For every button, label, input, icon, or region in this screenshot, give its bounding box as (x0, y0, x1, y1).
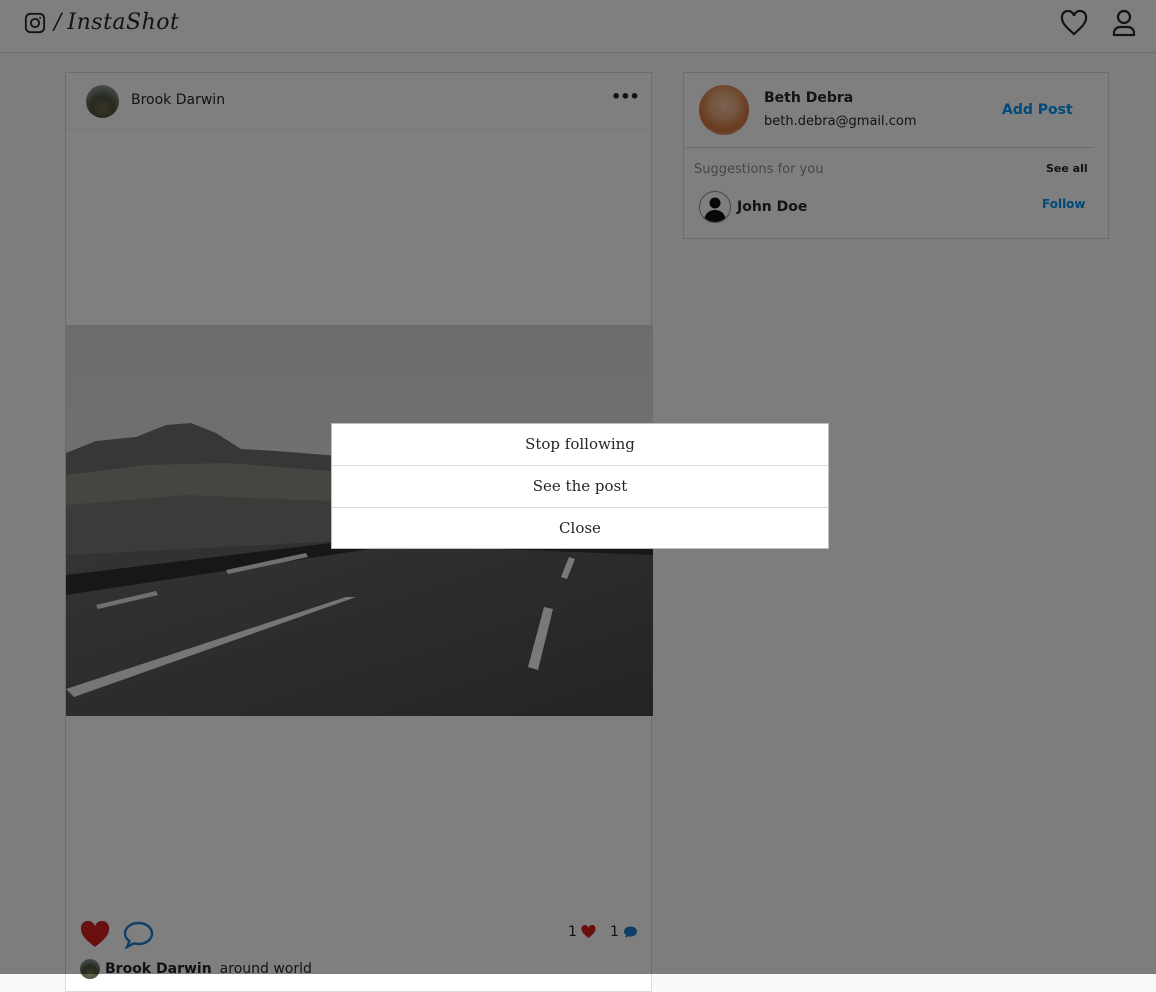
see-post-button[interactable]: See the post (332, 466, 828, 508)
close-button[interactable]: Close (332, 508, 828, 550)
stop-following-button[interactable]: Stop following (332, 424, 828, 466)
post-options-modal: Stop following See the post Close (331, 423, 829, 549)
